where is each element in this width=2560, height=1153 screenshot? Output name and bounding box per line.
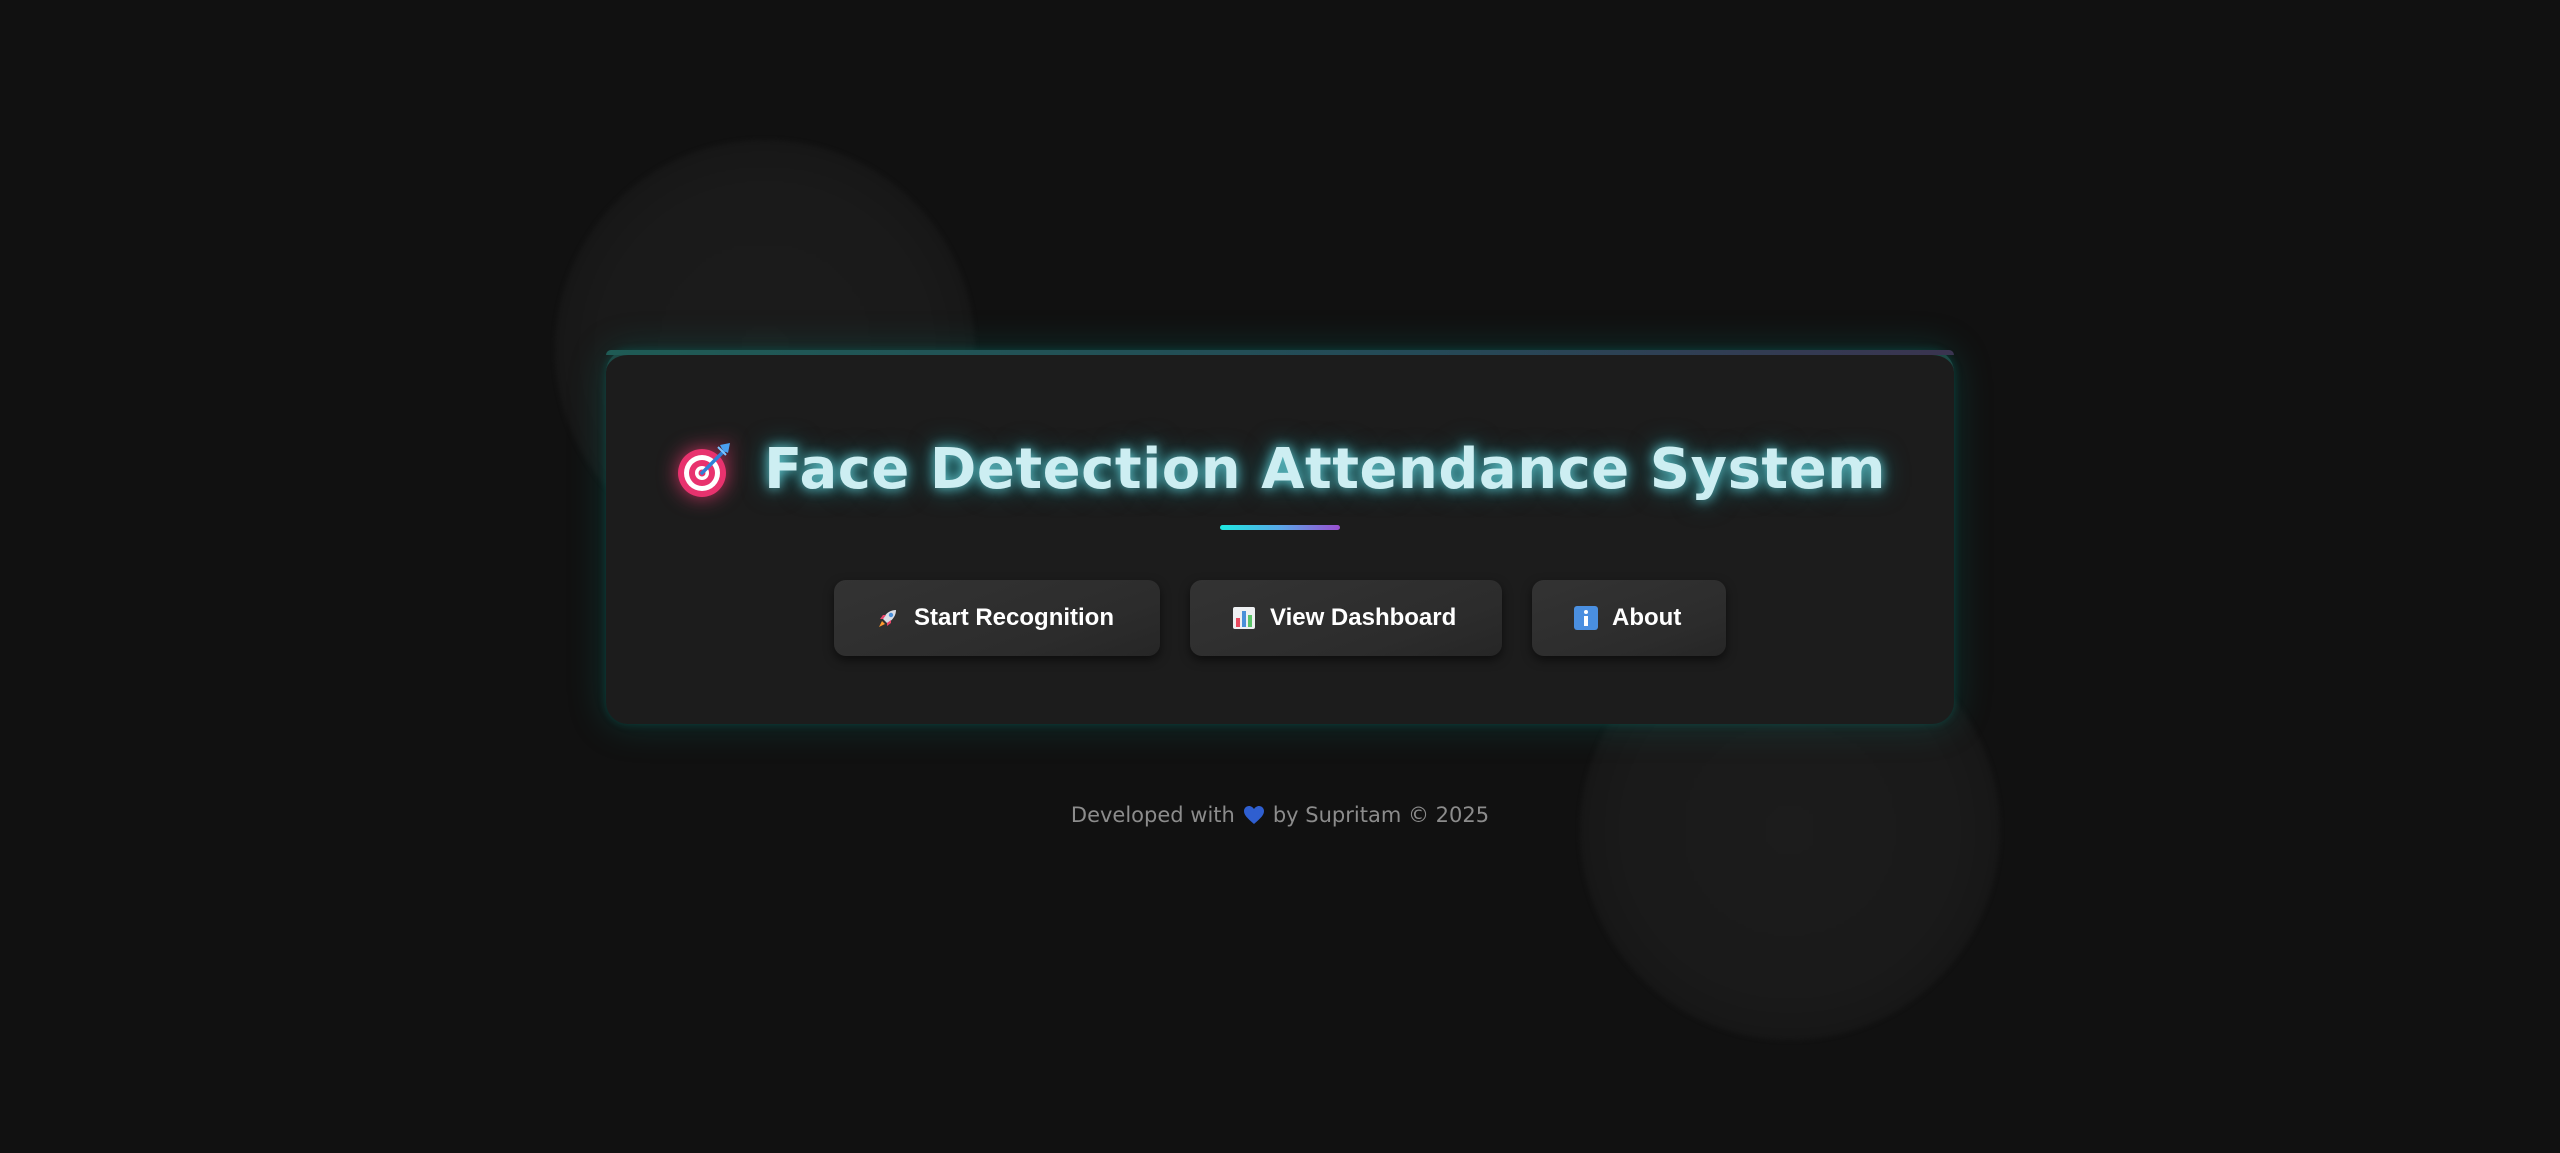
footer: Developed with by Supritam © 2025 xyxy=(0,803,2560,827)
start-recognition-label: Start Recognition xyxy=(914,604,1115,631)
view-dashboard-label: View Dashboard xyxy=(1270,604,1457,631)
action-buttons: Start Recognition View Dashboard About xyxy=(606,580,1954,656)
footer-text-after: by Supritam © 2025 xyxy=(1272,803,1490,827)
title-underline xyxy=(1220,525,1340,530)
rocket-icon xyxy=(876,606,900,630)
target-icon xyxy=(674,439,736,501)
start-recognition-button[interactable]: Start Recognition xyxy=(834,580,1160,656)
title-row: Face Detection Attendance System xyxy=(606,437,1954,502)
about-label: About xyxy=(1612,604,1682,631)
view-dashboard-button[interactable]: View Dashboard xyxy=(1190,580,1502,656)
app-screen: Face Detection Attendance System Start R… xyxy=(0,0,2560,1153)
bar-chart-icon xyxy=(1232,606,1256,630)
blue-heart-icon xyxy=(1243,805,1265,825)
main-card: Face Detection Attendance System Start R… xyxy=(606,350,1954,724)
info-icon xyxy=(1574,606,1598,630)
footer-text-before: Developed with xyxy=(1070,803,1235,827)
page-title: Face Detection Attendance System xyxy=(763,437,1887,502)
about-button[interactable]: About xyxy=(1532,580,1726,656)
